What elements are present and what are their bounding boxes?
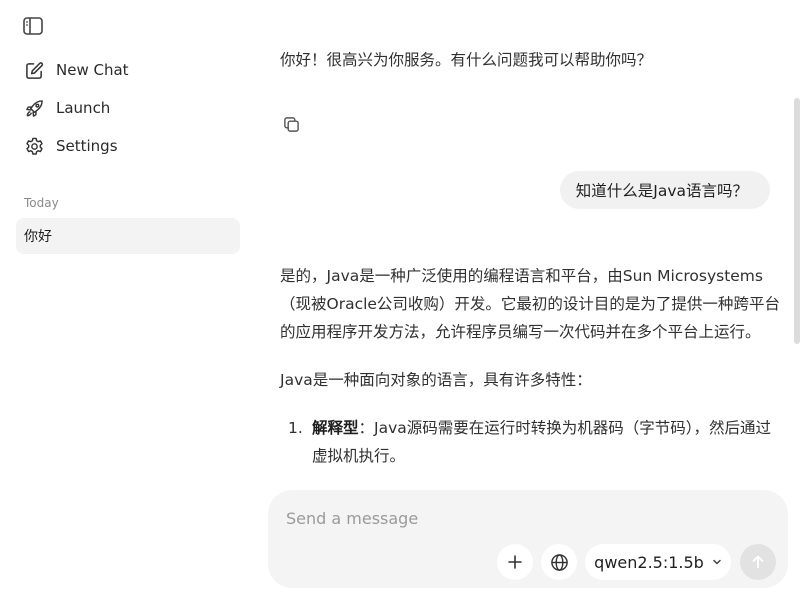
globe-icon	[550, 553, 568, 571]
plus-icon	[508, 555, 522, 569]
sidebar-item-launch[interactable]: Launch	[16, 92, 240, 124]
list-item-number: 1.	[288, 419, 303, 437]
message-composer: qwen2.5:1.5b	[268, 490, 788, 588]
list-item: 1. 解释型：Java源码需要在运行时转换为机器码（字节码），然后通过虚拟机执行…	[280, 414, 780, 470]
model-name: qwen2.5:1.5b	[594, 552, 704, 572]
sidebar-item-settings[interactable]: Settings	[16, 130, 240, 162]
arrow-up-icon	[752, 555, 764, 569]
sidebar-toggle-button[interactable]	[22, 15, 44, 37]
message-input[interactable]	[286, 504, 746, 532]
copy-button[interactable]	[280, 113, 302, 135]
web-search-button[interactable]	[541, 544, 577, 580]
rocket-icon	[24, 98, 44, 118]
chat-history-item[interactable]: 你好	[16, 218, 240, 254]
sidebar-item-label: Launch	[56, 99, 111, 117]
add-attachment-button[interactable]	[497, 544, 533, 580]
list-item-title: 解释型	[312, 419, 359, 437]
model-selector[interactable]: qwen2.5:1.5b	[585, 544, 731, 580]
copy-icon	[283, 116, 299, 132]
edit-icon	[24, 60, 44, 80]
assistant-message: 你好！很高兴为你服务。有什么问题我可以帮助你吗？	[280, 51, 653, 69]
sidebar-panel-icon	[23, 17, 43, 35]
chevron-down-icon	[713, 559, 721, 565]
chat-main: 你好！很高兴为你服务。有什么问题我可以帮助你吗？ 知道什么是Java语言吗？ 是…	[256, 0, 800, 600]
answer-paragraph: Java是一种面向对象的语言，具有许多特性：	[280, 371, 592, 389]
send-button[interactable]	[740, 544, 776, 580]
answer-paragraph: 是的，Java是一种广泛使用的编程语言和平台，由Sun Microsystems…	[280, 267, 780, 341]
sidebar-item-label: New Chat	[56, 61, 129, 79]
sidebar-item-label: Settings	[56, 137, 118, 155]
list-item-text: ：Java源码需要在运行时转换为机器码（字节码），然后通过虚拟机执行。	[312, 419, 772, 465]
history-section-label: Today	[24, 196, 59, 210]
assistant-message: 是的，Java是一种广泛使用的编程语言和平台，由Sun Microsystems…	[280, 262, 780, 470]
gear-icon	[24, 136, 44, 156]
sidebar: New Chat Launch Settings Today 你好	[0, 0, 256, 600]
sidebar-item-new-chat[interactable]: New Chat	[16, 54, 240, 86]
answer-list: 1. 解释型：Java源码需要在运行时转换为机器码（字节码），然后通过虚拟机执行…	[280, 414, 780, 470]
chat-scrollbar[interactable]	[794, 98, 800, 344]
user-message-bubble: 知道什么是Java语言吗？	[559, 171, 770, 209]
